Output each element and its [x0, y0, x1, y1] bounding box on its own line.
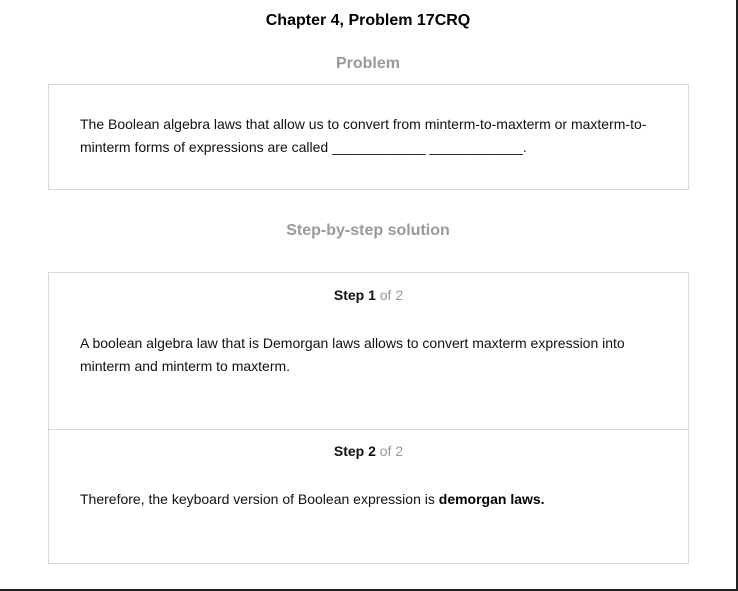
step-2-count: of 2: [379, 443, 404, 459]
solution-heading: Step-by-step solution: [286, 222, 450, 239]
problem-text: The Boolean algebra laws that allow us t…: [80, 116, 647, 155]
step-1-text: A boolean algebra law that is Demorgan l…: [80, 335, 625, 374]
step-2-answer: demorgan laws.: [438, 491, 545, 507]
step-2-text: Therefore, the keyboard version of Boole…: [80, 488, 658, 511]
step-1-label: Step 1: [333, 287, 376, 303]
step-2-label: Step 2: [333, 443, 376, 459]
step-2-header: Step 2 of 2: [49, 443, 688, 459]
page-title: Chapter 4, Problem 17CRQ: [265, 12, 471, 29]
step-1-header: Step 1 of 2: [49, 287, 688, 303]
step-2-text-prefix: Therefore, the keyboard version of Boole…: [80, 491, 439, 507]
step-2: Step 2 of 2 Therefore, the keyboard vers…: [49, 430, 688, 564]
solution-steps-box: Step 1 of 2 A boolean algebra law that i…: [48, 272, 689, 564]
problem-heading: Problem: [335, 55, 400, 72]
step-1: Step 1 of 2 A boolean algebra law that i…: [49, 273, 688, 430]
step-1-count: of 2: [379, 287, 404, 303]
problem-box: The Boolean algebra laws that allow us t…: [48, 84, 689, 190]
